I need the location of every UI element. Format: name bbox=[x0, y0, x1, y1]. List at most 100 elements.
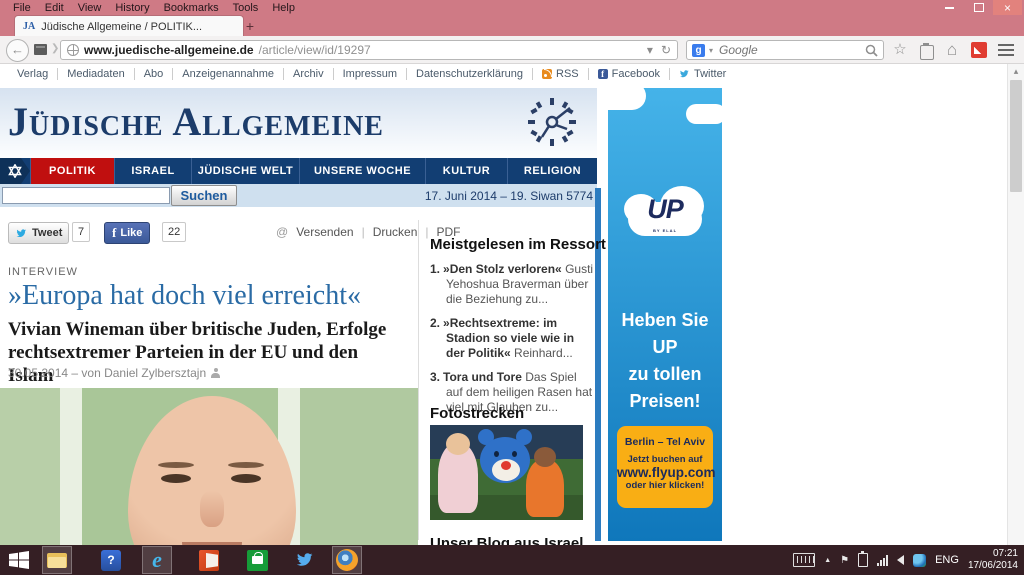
system-tray: ▲ ⚑ ENG 07:21 17/06/2014 bbox=[793, 548, 1024, 572]
back-button[interactable]: ← bbox=[6, 39, 29, 62]
nav-juedische-welt[interactable]: JÜDISCHE WELT bbox=[191, 158, 299, 184]
menu-view[interactable]: View bbox=[71, 1, 109, 15]
taskbar-store[interactable] bbox=[242, 546, 272, 574]
firefox-icon bbox=[336, 549, 358, 571]
ad-cta-box[interactable]: Berlin – Tel Aviv Jetzt buchen auf www.f… bbox=[617, 426, 713, 508]
link-archiv[interactable]: Archiv bbox=[283, 68, 333, 80]
nav-politik[interactable]: POLITIK bbox=[30, 158, 114, 184]
page-scrollbar[interactable]: ▴ bbox=[1007, 64, 1024, 545]
nav-kultur[interactable]: KULTUR bbox=[425, 158, 507, 184]
volume-icon[interactable] bbox=[897, 555, 904, 565]
nav-home-star[interactable] bbox=[0, 158, 30, 184]
up-logo: UP BY ELAL bbox=[622, 184, 708, 242]
link-anzeigenannahme[interactable]: Anzeigenannahme bbox=[172, 68, 283, 80]
browser-titlebar: File Edit View History Bookmarks Tools H… bbox=[0, 0, 1024, 36]
start-button[interactable] bbox=[4, 546, 34, 574]
menu-bookmarks[interactable]: Bookmarks bbox=[157, 1, 226, 15]
tab-bar: JA Jüdische Allgemeine / POLITIK... + bbox=[0, 14, 1024, 36]
menu-help[interactable]: Help bbox=[265, 1, 302, 15]
most-read-item-1[interactable]: 1.»Den Stolz verloren« Gusti Yehoshua Br… bbox=[430, 262, 596, 307]
site-search-input[interactable] bbox=[2, 187, 170, 204]
send-link[interactable]: Versenden bbox=[296, 225, 353, 239]
menu-edit[interactable]: Edit bbox=[38, 1, 71, 15]
url-dropdown-icon[interactable]: ▾ bbox=[647, 43, 653, 57]
taskbar-office[interactable] bbox=[194, 546, 224, 574]
defender-icon[interactable] bbox=[913, 554, 926, 567]
link-datenschutz[interactable]: Datenschutzerklärung bbox=[406, 68, 532, 80]
column-divider bbox=[418, 220, 419, 540]
taskbar-explorer[interactable] bbox=[42, 546, 72, 574]
menu-tools[interactable]: Tools bbox=[226, 1, 266, 15]
history-icon[interactable] bbox=[34, 44, 47, 55]
bookmarks-menu-icon[interactable] bbox=[920, 45, 934, 60]
home-icon[interactable]: ⌂ bbox=[942, 41, 962, 59]
site-logo[interactable]: Jüdische Allgemeine bbox=[8, 98, 384, 146]
taskbar-internet-explorer[interactable]: e bbox=[142, 546, 172, 574]
action-center-flag-icon[interactable]: ⚑ bbox=[840, 555, 849, 566]
link-mediadaten[interactable]: Mediadaten bbox=[57, 68, 134, 80]
browser-toolbar: ← ❯ www.juedische-allgemeine.de /article… bbox=[0, 36, 1024, 64]
tweet-button[interactable]: Tweet bbox=[8, 222, 69, 244]
article-title[interactable]: »Europa hat doch viel erreicht« bbox=[8, 280, 413, 312]
taskbar-twitter[interactable] bbox=[290, 546, 320, 574]
addon-icon[interactable] bbox=[971, 42, 987, 58]
touch-keyboard-icon[interactable] bbox=[793, 553, 815, 567]
article-image bbox=[0, 388, 418, 545]
browser-search-input[interactable] bbox=[717, 42, 861, 58]
taskbar-clock[interactable]: 07:21 17/06/2014 bbox=[968, 548, 1018, 572]
new-tab-button[interactable]: + bbox=[238, 18, 262, 34]
maximize-icon bbox=[974, 3, 984, 12]
url-bar[interactable]: www.juedische-allgemeine.de /article/vie… bbox=[60, 40, 678, 60]
scroll-up-icon[interactable]: ▴ bbox=[1008, 64, 1024, 78]
store-icon bbox=[247, 550, 268, 571]
link-facebook[interactable]: fFacebook bbox=[588, 68, 669, 80]
power-icon[interactable] bbox=[858, 553, 868, 567]
like-button[interactable]: f Like bbox=[104, 222, 150, 244]
link-impressum[interactable]: Impressum bbox=[333, 68, 406, 80]
fotostrecken-photo[interactable] bbox=[430, 425, 583, 520]
back-icon: ← bbox=[11, 42, 24, 57]
ad-banner[interactable]: UP BY ELAL Heben Sie UP zu tollen Preise… bbox=[608, 88, 722, 541]
nav-unsere-woche[interactable]: UNSERE WOCHE bbox=[299, 158, 425, 184]
bookmark-star-icon[interactable]: ☆ bbox=[890, 41, 910, 59]
link-abo[interactable]: Abo bbox=[134, 68, 173, 80]
taskbar-firefox[interactable] bbox=[332, 546, 362, 574]
reload-icon[interactable]: ↻ bbox=[661, 43, 671, 57]
chevron-icon: ❯ bbox=[51, 43, 59, 54]
link-twitter[interactable]: Twitter bbox=[669, 68, 735, 80]
nav-israel[interactable]: ISRAEL bbox=[114, 158, 191, 184]
search-icon[interactable] bbox=[865, 44, 878, 57]
nav-religion[interactable]: RELIGION bbox=[507, 158, 597, 184]
fan-right bbox=[526, 459, 564, 517]
search-submit-button[interactable]: Suchen bbox=[171, 185, 237, 206]
search-engine-dropdown-icon[interactable]: ▾ bbox=[709, 46, 713, 55]
google-icon[interactable]: g bbox=[692, 44, 705, 57]
minimize-button[interactable] bbox=[935, 0, 964, 15]
globe-icon bbox=[67, 44, 79, 56]
ad-route: Berlin – Tel Aviv bbox=[617, 436, 713, 448]
facebook-icon: f bbox=[598, 69, 608, 79]
tab-active[interactable]: JA Jüdische Allgemeine / POLITIK... bbox=[14, 15, 244, 37]
twitter-icon bbox=[679, 69, 690, 79]
network-signal-icon[interactable] bbox=[877, 555, 888, 566]
browser-search[interactable]: g ▾ bbox=[686, 40, 884, 60]
send-at-icon: @ bbox=[276, 225, 288, 239]
link-rss[interactable]: RSS bbox=[532, 68, 588, 80]
ad-headline-4: Preisen! bbox=[608, 391, 722, 412]
language-indicator[interactable]: ENG bbox=[935, 554, 959, 566]
maximize-button[interactable] bbox=[964, 0, 993, 15]
fan-left bbox=[438, 443, 478, 513]
most-read-item-2[interactable]: 2.»Rechtsextreme: im Stadion so viele wi… bbox=[430, 316, 596, 361]
scrollbar-thumb[interactable] bbox=[1010, 80, 1022, 192]
up-logo-subtext: BY ELAL bbox=[622, 228, 708, 233]
link-verlag[interactable]: Verlag bbox=[8, 68, 57, 80]
hamburger-menu-icon[interactable] bbox=[998, 44, 1014, 56]
close-button[interactable]: × bbox=[993, 0, 1022, 15]
taskbar-help-app[interactable]: ? bbox=[96, 546, 126, 574]
menu-history[interactable]: History bbox=[108, 1, 156, 15]
menu-file[interactable]: File bbox=[6, 1, 38, 15]
tray-expand-icon[interactable]: ▲ bbox=[824, 557, 831, 564]
fotostrecken-heading: Fotostrecken bbox=[430, 405, 524, 422]
print-link[interactable]: Drucken bbox=[373, 225, 418, 239]
author-icon[interactable] bbox=[211, 368, 220, 378]
